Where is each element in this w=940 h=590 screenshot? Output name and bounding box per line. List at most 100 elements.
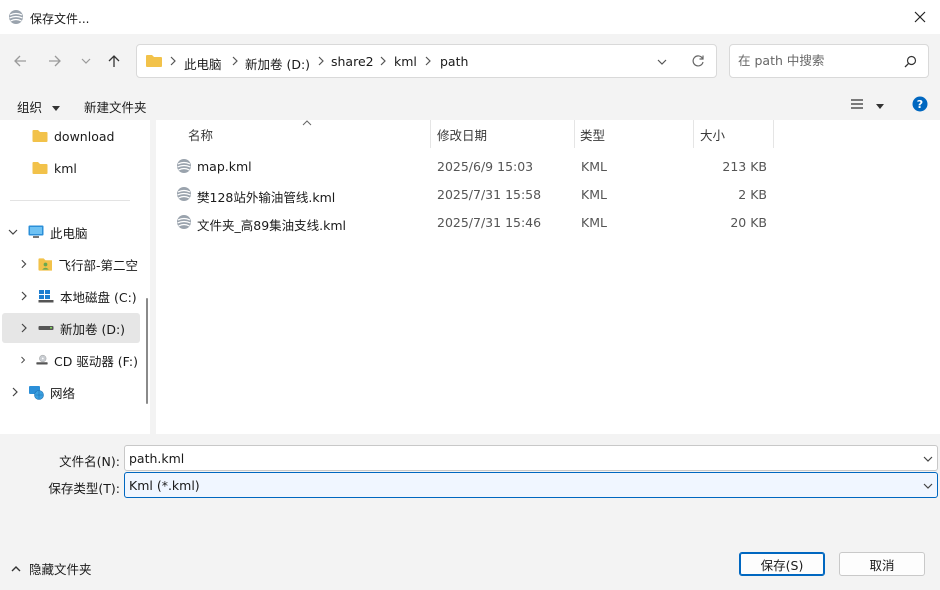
svg-text:?: ?	[917, 98, 923, 111]
nav-label: 本地磁盘 (C:)	[60, 289, 137, 305]
chevron-right-icon	[380, 56, 386, 66]
chevron-down-icon[interactable]	[923, 454, 933, 464]
computer-icon	[28, 225, 44, 238]
filename-label: 文件名(N):	[59, 454, 120, 469]
content-area: download kml 此电脑 飞行部-第二空 本地磁盘 (C:) 新加卷 (…	[0, 120, 940, 434]
arrow-left-icon	[14, 55, 26, 67]
column-separator[interactable]	[693, 120, 694, 148]
caret-down-icon	[52, 105, 60, 111]
chevron-right-icon	[170, 56, 176, 66]
cd-drive-icon	[36, 354, 48, 365]
file-name: 樊128站外输油管线.kml	[197, 190, 336, 205]
new-folder-button[interactable]: 新建文件夹	[84, 97, 147, 116]
address-row: 此电脑 新加卷 (D:) share2 kml path	[0, 34, 940, 88]
column-name-label: 名称	[188, 127, 214, 143]
filename-value: path.kml	[129, 451, 185, 466]
nav-item-kml[interactable]: kml	[0, 153, 138, 183]
chevron-down-icon[interactable]	[923, 481, 933, 491]
breadcrumb-share2[interactable]: share2	[331, 54, 374, 69]
chevron-right-icon	[21, 259, 27, 269]
file-row[interactable]: 文件夹_高89集油支线.kml 2025/7/31 15:46 KML 20 K…	[156, 208, 940, 236]
up-button[interactable]	[103, 50, 125, 72]
breadcrumb-this-pc[interactable]: 此电脑	[184, 54, 222, 73]
chevron-right-icon	[21, 356, 26, 364]
file-name: map.kml	[197, 159, 252, 174]
save-form: 文件名(N): path.kml 保存类型(T): Kml (*.kml)	[0, 434, 940, 534]
hide-folders-label: 隐藏文件夹	[29, 562, 92, 577]
kml-file-icon	[177, 159, 191, 173]
organize-button[interactable]: 组织	[17, 97, 60, 116]
column-size-label: 大小	[700, 127, 726, 143]
chevron-right-icon	[318, 56, 324, 66]
chevron-down-icon	[81, 58, 91, 64]
title-bar: 保存文件...	[0, 0, 940, 34]
file-row[interactable]: map.kml 2025/6/9 15:03 KML 213 KB	[156, 152, 940, 180]
chevron-up-icon	[11, 565, 21, 571]
list-view-icon	[851, 99, 863, 109]
file-name: 文件夹_高89集油支线.kml	[197, 218, 347, 233]
drive-icon	[38, 326, 54, 330]
forward-button[interactable]	[44, 50, 66, 72]
help-icon[interactable]: ?	[912, 96, 928, 112]
column-header-name[interactable]: 名称	[188, 120, 428, 148]
filetype-label: 保存类型(T):	[48, 481, 120, 496]
breadcrumb-path[interactable]: path	[440, 54, 468, 69]
nav-scrollbar[interactable]	[146, 298, 148, 404]
nav-item-download[interactable]: download	[0, 121, 138, 151]
refresh-icon[interactable]	[691, 54, 705, 68]
app-globe-icon	[9, 10, 23, 24]
save-button[interactable]: 保存(S)	[739, 552, 825, 576]
dialog-footer: 隐藏文件夹 保存(S) 取消	[0, 534, 940, 590]
nav-item-user-folder[interactable]: 飞行部-第二空	[0, 249, 138, 279]
chevron-right-icon	[232, 56, 238, 66]
nav-label: download	[54, 128, 115, 144]
address-bar[interactable]: 此电脑 新加卷 (D:) share2 kml path	[136, 44, 717, 78]
search-input[interactable]	[738, 53, 898, 68]
column-header-size[interactable]: 大小	[700, 120, 770, 148]
column-separator[interactable]	[574, 120, 575, 148]
recent-locations-button[interactable]	[75, 50, 97, 72]
nav-item-this-pc[interactable]: 此电脑	[0, 217, 138, 247]
file-row[interactable]: 樊128站外输油管线.kml 2025/7/31 15:58 KML 2 KB	[156, 180, 940, 208]
column-separator[interactable]	[430, 120, 431, 148]
nav-label: 新加卷 (D:)	[60, 321, 126, 337]
windows-drive-icon	[38, 290, 54, 303]
column-header-modified[interactable]: 修改日期	[437, 120, 577, 148]
arrow-right-icon	[49, 55, 61, 67]
filetype-select[interactable]: Kml (*.kml)	[124, 472, 938, 498]
nav-label: CD 驱动器 (F:)	[54, 353, 138, 369]
save-file-dialog: 保存文件... 此电脑 新加卷 (D:) share2 kml path 在 p…	[0, 0, 940, 590]
file-type: KML	[581, 187, 607, 202]
file-modified: 2025/7/31 15:58	[437, 187, 542, 202]
nav-item-drive-c[interactable]: 本地磁盘 (C:)	[0, 281, 138, 311]
file-type: KML	[581, 159, 607, 174]
column-header-type[interactable]: 类型	[580, 120, 690, 148]
filename-field[interactable]: path.kml	[124, 445, 938, 471]
breadcrumb-kml[interactable]: kml	[394, 54, 417, 69]
arrow-up-icon	[108, 55, 120, 67]
navigation-pane: download kml 此电脑 飞行部-第二空 本地磁盘 (C:) 新加卷 (…	[0, 120, 140, 434]
folder-icon	[146, 55, 162, 67]
hide-folders-toggle[interactable]: 隐藏文件夹	[11, 559, 92, 578]
file-modified: 2025/6/9 15:03	[437, 159, 534, 174]
nav-label: 网络	[50, 385, 76, 401]
file-size: 20 KB	[730, 215, 767, 230]
chevron-down-icon[interactable]	[657, 57, 667, 67]
breadcrumb-drive-d[interactable]: 新加卷 (D:)	[245, 54, 310, 73]
cancel-button[interactable]: 取消	[839, 552, 925, 576]
kml-file-icon	[177, 187, 191, 201]
file-type: KML	[581, 215, 607, 230]
column-modified-label: 修改日期	[437, 127, 488, 143]
close-button[interactable]	[900, 0, 940, 34]
column-separator[interactable]	[773, 120, 774, 148]
back-button[interactable]	[9, 50, 31, 72]
file-modified: 2025/7/31 15:46	[437, 215, 542, 230]
chevron-right-icon	[425, 56, 431, 66]
search-box	[729, 44, 929, 78]
nav-item-network[interactable]: 网络	[0, 377, 138, 407]
nav-item-cd-drive[interactable]: CD 驱动器 (F:)	[0, 345, 138, 375]
view-options-button[interactable]	[850, 98, 884, 113]
caret-down-icon	[875, 104, 884, 109]
nav-item-drive-d[interactable]: 新加卷 (D:)	[2, 313, 140, 343]
search-icon[interactable]	[904, 55, 917, 68]
